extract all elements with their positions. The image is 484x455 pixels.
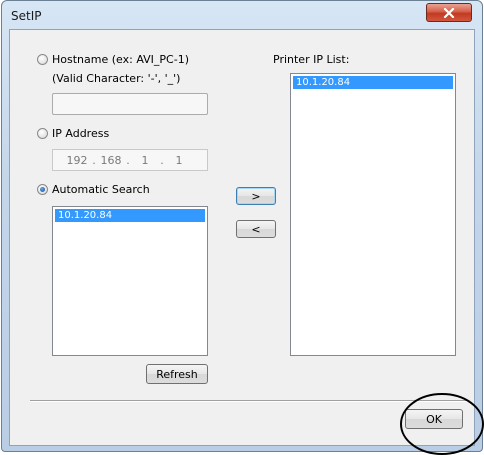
printer-ip-list[interactable]: 10.1.20.84 bbox=[290, 73, 456, 356]
footer-separator bbox=[30, 400, 468, 402]
remove-from-list-button[interactable]: < bbox=[236, 220, 276, 238]
close-icon bbox=[443, 7, 455, 18]
title-bar[interactable]: SetIP bbox=[2, 1, 482, 29]
ip-octet-3[interactable]: 1 bbox=[133, 154, 157, 167]
hostname-label: Hostname (ex: AVI_PC-1) bbox=[52, 53, 189, 66]
ip-octet-2[interactable]: 168 bbox=[99, 154, 123, 167]
search-results-list[interactable]: 10.1.20.84 bbox=[52, 206, 208, 356]
ok-button[interactable]: OK bbox=[405, 409, 463, 429]
ip-dot: . bbox=[160, 153, 164, 167]
ip-dot: . bbox=[126, 153, 130, 167]
list-item[interactable]: 10.1.20.84 bbox=[293, 76, 453, 89]
ip-address-radio[interactable]: IP Address bbox=[37, 127, 109, 140]
ip-address-field[interactable]: 192 . 168 . 1 . 1 bbox=[52, 149, 208, 171]
hostname-radio-button[interactable] bbox=[37, 54, 48, 65]
hostname-radio[interactable]: Hostname (ex: AVI_PC-1) bbox=[37, 53, 189, 66]
ip-dot: . bbox=[92, 153, 96, 167]
refresh-button[interactable]: Refresh bbox=[146, 364, 208, 384]
automatic-search-radio[interactable]: Automatic Search bbox=[37, 183, 150, 196]
ip-octet-1[interactable]: 192 bbox=[65, 154, 89, 167]
hostname-hint: (Valid Character: '-', '_') bbox=[52, 72, 181, 85]
add-to-list-button[interactable]: > bbox=[236, 187, 276, 205]
close-button[interactable] bbox=[426, 3, 472, 22]
hostname-input[interactable] bbox=[52, 93, 208, 115]
printer-ip-list-label: Printer IP List: bbox=[273, 53, 350, 66]
ip-address-label: IP Address bbox=[52, 127, 110, 140]
ip-octet-4[interactable]: 1 bbox=[167, 154, 191, 167]
automatic-search-label: Automatic Search bbox=[52, 183, 150, 196]
ip-address-radio-button[interactable] bbox=[37, 128, 48, 139]
list-item[interactable]: 10.1.20.84 bbox=[55, 209, 205, 222]
dialog-body: Hostname (ex: AVI_PC-1) (Valid Character… bbox=[9, 29, 475, 446]
setip-dialog: SetIP Hostname (ex: AVI_PC-1) (Valid Cha… bbox=[1, 0, 483, 452]
automatic-search-radio-button[interactable] bbox=[37, 184, 48, 195]
window-title: SetIP bbox=[11, 9, 42, 23]
